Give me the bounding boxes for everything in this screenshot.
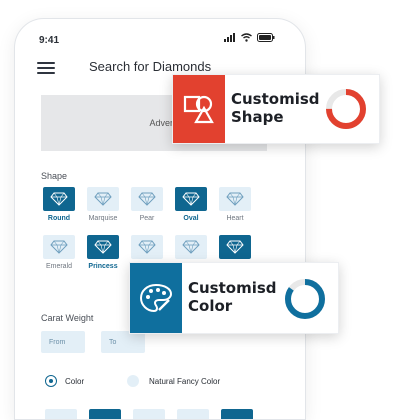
carat-to-input[interactable]: To: [101, 331, 145, 353]
color-tile[interactable]: [45, 409, 77, 419]
shapes-icon-box: [173, 75, 225, 143]
customised-color-title: Customisd Color: [188, 279, 277, 315]
color-radio-label: Color: [65, 377, 85, 386]
shape-option-marquise[interactable]: Marquise: [83, 187, 123, 222]
status-icons: [224, 33, 275, 42]
diamond-icon: [87, 235, 119, 259]
wifi-icon: [241, 33, 252, 42]
menu-icon[interactable]: [37, 59, 55, 75]
page-title: Search for Diamonds: [89, 59, 212, 74]
customised-shape-card: Customisd Shape: [172, 74, 380, 144]
diamond-icon: [219, 235, 251, 259]
shape-option-label: Pear: [139, 215, 155, 222]
shapes-icon: [183, 95, 214, 124]
shape-option-unlabeled[interactable]: [171, 235, 211, 263]
shape-option-label: Oval: [183, 215, 199, 222]
fancy-color-radio-label: Natural Fancy Color: [149, 377, 221, 386]
shape-option-label: Princess: [88, 263, 118, 270]
color-tile[interactable]: [133, 409, 165, 419]
customised-color-card: Customisd Color: [129, 262, 339, 334]
diamond-icon: [175, 235, 207, 259]
shape-option-princess[interactable]: Princess: [83, 235, 123, 270]
diamond-icon: [43, 187, 75, 211]
color-tile[interactable]: [177, 409, 209, 419]
carat-from-input[interactable]: From: [41, 331, 85, 353]
status-time: 9:41: [39, 35, 60, 46]
shape-option-label: Emerald: [45, 263, 73, 270]
diamond-icon: [87, 187, 119, 211]
shape-option-unlabeled[interactable]: [215, 235, 255, 263]
diamond-icon: [131, 235, 163, 259]
diamond-icon: [219, 187, 251, 211]
carat-weight-label: Carat Weight: [41, 313, 94, 323]
shape-option-emerald[interactable]: Emerald: [39, 235, 79, 270]
shape-option-pear[interactable]: Pear: [127, 187, 167, 222]
palette-icon: [139, 283, 173, 313]
shape-progress-ring: [326, 89, 366, 129]
shape-option-round[interactable]: Round: [39, 187, 79, 222]
shape-option-oval[interactable]: Oval: [171, 187, 211, 222]
fancy-color-radio[interactable]: [127, 375, 139, 387]
shape-option-label: Marquise: [88, 215, 118, 222]
color-progress-ring: [285, 279, 325, 319]
diamond-icon: [175, 187, 207, 211]
palette-icon-box: [130, 263, 182, 333]
shape-option-label: Round: [47, 215, 71, 222]
diamond-icon: [43, 235, 75, 259]
shape-option-unlabeled[interactable]: [127, 235, 167, 263]
battery-icon: [257, 33, 275, 42]
shape-option-heart[interactable]: Heart: [215, 187, 255, 222]
color-radio[interactable]: [45, 375, 57, 387]
shape-option-label: Heart: [226, 215, 244, 222]
status-bar: 9:41: [15, 19, 305, 53]
diamond-icon: [131, 187, 163, 211]
color-tile[interactable]: [221, 409, 253, 419]
signal-icon: [224, 33, 235, 42]
color-tile[interactable]: [89, 409, 121, 419]
shape-label: Shape: [41, 171, 68, 181]
customised-shape-title: Customisd Shape: [231, 90, 320, 126]
